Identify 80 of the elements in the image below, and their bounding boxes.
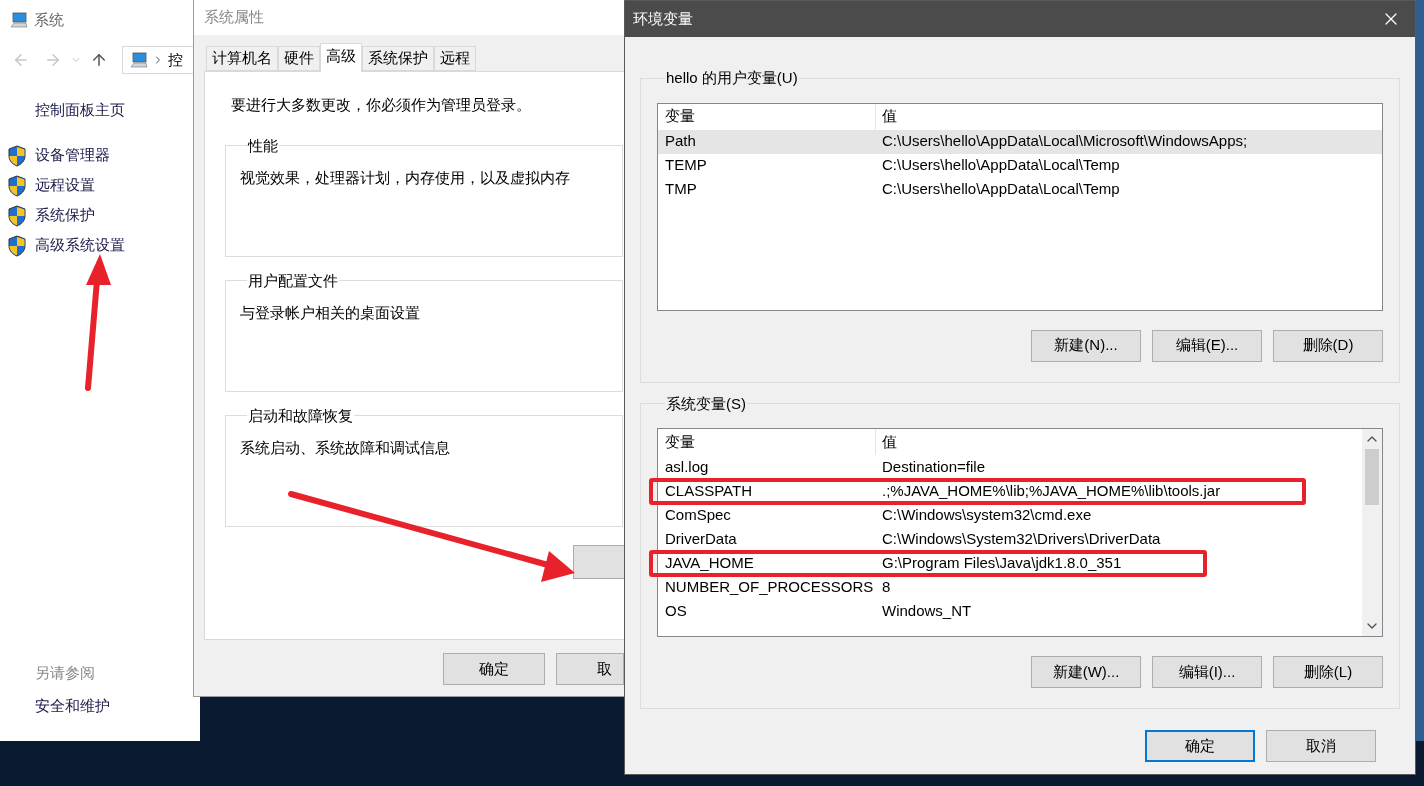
ok-button[interactable]: 确定: [1145, 730, 1255, 762]
variable-row[interactable]: TMP C:\Users\hello\AppData\Local\Temp: [658, 177, 1382, 202]
variable-value: G:\Program Files\Java\jdk1.8.0_351: [881, 552, 1122, 573]
window-title: 系统属性: [204, 7, 264, 28]
action-button[interactable]: 新建(N)...: [1031, 329, 1141, 362]
shield-icon: [7, 174, 27, 197]
variable-name: CLASSPATH: [664, 480, 753, 501]
group-title: 性能: [247, 135, 279, 156]
home-link[interactable]: 控制面板主页: [35, 99, 125, 122]
variable-row[interactable]: CLASSPATH .;%JAVA_HOME%\lib;%JAVA_HOME%\lib\tools.jar: [658, 479, 1362, 503]
variable-row[interactable]: NUMBER_OF_PROCESSORS 8: [658, 575, 1362, 599]
column-header[interactable]: 变量: [658, 429, 876, 455]
tab[interactable]: 硬件: [278, 46, 320, 71]
action-button[interactable]: 编辑(I)...: [1152, 656, 1262, 688]
breadcrumb[interactable]: 控: [168, 48, 183, 72]
variable-row[interactable]: Path C:\Users\hello\AppData\Local\Microsoft\WindowsApps;: [658, 129, 1382, 154]
cancel-button[interactable]: 取: [556, 653, 624, 685]
variable-value: Destination=file: [881, 456, 985, 477]
forward-icon[interactable]: [44, 51, 62, 69]
variable-name: NUMBER_OF_PROCESSORS: [664, 576, 875, 597]
variable-name: asl.log: [664, 456, 710, 477]
variable-name: TMP: [664, 179, 698, 200]
cancel-button[interactable]: 取消: [1266, 730, 1376, 762]
variable-value: C:\Users\hello\AppData\Local\Microsoft\WindowsApps;: [881, 131, 1248, 152]
up-icon[interactable]: [90, 51, 108, 69]
group-title: 用户配置文件: [247, 270, 339, 291]
variable-name: OS: [664, 600, 688, 621]
variable-value: C:\Windows\System32\Drivers\DriverData: [881, 528, 1161, 549]
variable-row[interactable]: asl.log Destination=file: [658, 455, 1362, 479]
scrollbar-thumb[interactable]: [1365, 449, 1379, 505]
computer-icon: [130, 52, 148, 68]
variable-name: ComSpec: [664, 504, 732, 525]
action-button[interactable]: 编辑(E)...: [1152, 329, 1262, 362]
action-button[interactable]: 新建(W)...: [1031, 656, 1141, 688]
window-title: 系统: [34, 9, 64, 30]
variable-value: C:\Users\hello\AppData\Local\Temp: [881, 155, 1120, 176]
settings-link[interactable]: 高级系统设置: [35, 234, 125, 257]
action-button[interactable]: 删除(D): [1273, 329, 1383, 362]
group-title: 启动和故障恢复: [247, 405, 354, 426]
group-description: 与登录帐户相关的桌面设置: [240, 303, 421, 323]
variable-name: DriverData: [664, 528, 738, 549]
variable-name: TEMP: [664, 155, 708, 176]
group-description: 视觉效果，处理器计划，内存使用，以及虚拟内存: [240, 168, 571, 188]
shield-icon: [7, 204, 27, 227]
shield-icon: [7, 144, 27, 167]
see-also-link[interactable]: 安全和维护: [35, 694, 110, 717]
settings-link[interactable]: 设备管理器: [35, 144, 110, 167]
variable-value: Windows_NT: [881, 600, 972, 621]
shield-icon: [7, 234, 27, 257]
window-title: 环境变量: [633, 8, 693, 29]
variable-value: 8: [881, 576, 891, 597]
variable-row[interactable]: ComSpec C:\Windows\system32\cmd.exe: [658, 503, 1362, 527]
variable-name: JAVA_HOME: [664, 552, 755, 573]
group-title: hello 的用户变量(U): [665, 68, 799, 88]
see-also-heading: 另请参阅: [35, 663, 95, 683]
computer-icon: [10, 12, 28, 28]
group-description: 系统启动、系统故障和调试信息: [240, 438, 451, 458]
column-header[interactable]: 变量: [658, 103, 876, 130]
variable-value: .;%JAVA_HOME%\lib;%JAVA_HOME%\lib\tools.jar: [881, 480, 1221, 501]
variable-value: C:\Users\hello\AppData\Local\Temp: [881, 179, 1120, 200]
variable-row[interactable]: JAVA_HOME G:\Program Files\Java\jdk1.8.0_351: [658, 551, 1362, 575]
settings-link[interactable]: 远程设置: [35, 174, 95, 197]
tab[interactable]: 系统保护: [362, 46, 434, 71]
back-icon[interactable]: [12, 51, 30, 69]
ok-button[interactable]: 确定: [443, 653, 546, 685]
variable-row[interactable]: DriverData C:\Windows\System32\Drivers\DriverData: [658, 527, 1362, 551]
variable-name: Path: [664, 131, 697, 152]
column-header[interactable]: 值: [876, 103, 1382, 130]
tab[interactable]: 高级: [320, 43, 362, 72]
variable-value: C:\Windows\system32\cmd.exe: [881, 504, 1092, 525]
settings-link[interactable]: 系统保护: [35, 204, 95, 227]
admin-note: 要进行大多数更改，你必须作为管理员登录。: [230, 95, 532, 115]
variable-row[interactable]: OS Windows_NT: [658, 599, 1362, 623]
column-header[interactable]: 值: [876, 429, 1362, 455]
tab[interactable]: 计算机名: [206, 46, 278, 71]
variable-row[interactable]: TEMP C:\Users\hello\AppData\Local\Temp: [658, 153, 1382, 178]
scrollbar[interactable]: [1362, 429, 1382, 636]
tab[interactable]: 远程: [434, 46, 476, 71]
action-button[interactable]: 删除(L): [1273, 656, 1383, 688]
group-title: 系统变量(S): [665, 393, 747, 414]
